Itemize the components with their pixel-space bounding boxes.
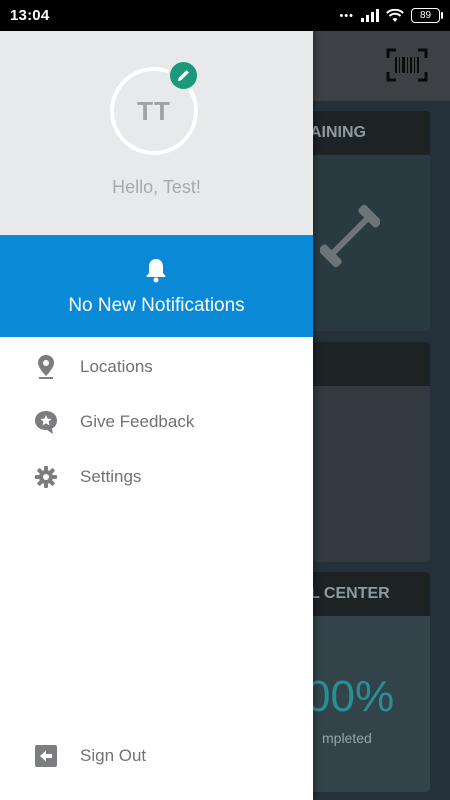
card-title (300, 342, 430, 386)
navigation-drawer: TT Hello, Test! No New Notifications Loc… (0, 31, 313, 800)
gear-icon (33, 464, 59, 490)
cell-signal-icon (361, 9, 379, 22)
status-bar: 13:04 ••• 89 (0, 0, 450, 31)
wifi-icon (386, 8, 404, 22)
menu-item-label: Give Feedback (80, 411, 195, 431)
sign-out-label: Sign Out (80, 745, 147, 765)
status-icons: ••• 89 (339, 8, 443, 23)
card-title: AINING (300, 111, 430, 155)
feedback-icon (33, 409, 59, 435)
background-card (300, 342, 430, 562)
background-card-center: L CENTER 00% mpleted (300, 572, 430, 792)
dumbbell-icon (320, 204, 380, 268)
status-time: 13:04 (10, 7, 50, 24)
menu-item-label: Locations (80, 356, 153, 376)
completion-percent: 00% (306, 672, 395, 721)
pencil-icon (178, 70, 189, 81)
bell-icon (146, 259, 166, 283)
signal-dots: ••• (339, 9, 354, 22)
notifications-banner[interactable]: No New Notifications (0, 235, 313, 337)
menu-item-locations[interactable]: Locations (0, 339, 313, 394)
menu-item-give-feedback[interactable]: Give Feedback (0, 394, 313, 449)
barcode-scanner-icon[interactable] (386, 48, 428, 82)
greeting-text: Hello, Test! (112, 177, 201, 197)
sign-out-button[interactable]: Sign Out (0, 728, 313, 783)
background-card-training: AINING (300, 111, 430, 331)
card-title: L CENTER (300, 572, 430, 616)
notifications-label: No New Notifications (68, 295, 245, 316)
drawer-header: TT Hello, Test! (0, 31, 313, 235)
location-pin-icon (33, 354, 59, 380)
battery-indicator: 89 (411, 8, 443, 23)
completion-caption: mpleted (322, 730, 372, 746)
sign-out-icon (33, 743, 59, 769)
menu-item-label: Settings (80, 466, 142, 486)
drawer-menu: Locations Give Feedback Settings (0, 337, 313, 504)
edit-profile-button[interactable] (168, 60, 199, 91)
menu-item-settings[interactable]: Settings (0, 449, 313, 504)
